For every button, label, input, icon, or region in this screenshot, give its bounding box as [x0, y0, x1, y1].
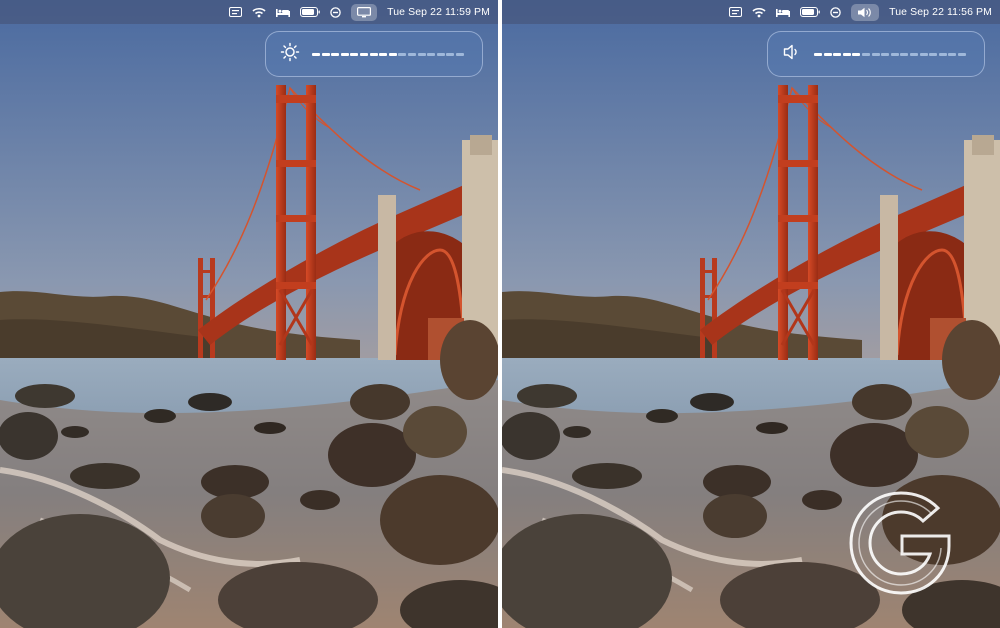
level-segment-empty — [871, 52, 880, 56]
menu-bar: Tue Sep 22 11:56 PM — [502, 0, 1000, 24]
volume-level-bar — [814, 52, 966, 56]
google-logo-watermark — [849, 491, 951, 595]
level-segment-filled — [852, 52, 861, 56]
right-screenshot: Tue Sep 22 11:56 PM — [502, 0, 1000, 628]
display-icon[interactable] — [351, 3, 378, 21]
level-segment-filled — [369, 52, 378, 56]
level-segment-empty — [446, 52, 455, 56]
level-segment-empty — [890, 52, 899, 56]
level-segment-filled — [379, 52, 388, 56]
menu-bar: Tue Sep 22 11:59 PM — [0, 0, 498, 24]
level-segment-filled — [359, 52, 369, 56]
level-segment-empty — [398, 52, 407, 56]
level-segment-filled — [823, 52, 832, 56]
level-segment-filled — [321, 52, 330, 56]
keyboard-icon[interactable] — [729, 0, 743, 24]
level-segment-filled — [833, 52, 842, 56]
level-segment-empty — [407, 52, 417, 56]
battery-icon[interactable] — [800, 0, 820, 24]
level-segment-filled — [350, 52, 359, 56]
level-segment-filled — [331, 52, 340, 56]
level-segment-empty — [881, 52, 890, 56]
level-segment-filled — [842, 52, 851, 56]
desktop-wallpaper — [0, 0, 498, 628]
speaker-icon[interactable] — [851, 3, 880, 21]
do-not-disturb-icon[interactable] — [830, 0, 841, 24]
level-segment-empty — [957, 52, 966, 56]
menu-bar-clock[interactable]: Tue Sep 22 11:56 PM — [889, 0, 992, 24]
brightness-level-bar — [312, 52, 464, 56]
level-segment-filled — [312, 52, 321, 56]
level-segment-filled — [340, 52, 349, 56]
level-segment-empty — [938, 52, 947, 56]
level-segment-empty — [436, 52, 445, 56]
do-not-disturb-icon[interactable] — [330, 0, 341, 24]
left-screenshot: Tue Sep 22 11:59 PM — [0, 0, 498, 628]
menu-bar-clock[interactable]: Tue Sep 22 11:59 PM — [387, 0, 490, 24]
level-segment-empty — [427, 52, 436, 56]
level-segment-empty — [919, 52, 928, 56]
level-segment-filled — [814, 52, 823, 56]
level-segment-empty — [948, 52, 957, 56]
battery-icon[interactable] — [300, 0, 320, 24]
wifi-icon[interactable] — [252, 0, 266, 24]
wifi-icon[interactable] — [752, 0, 766, 24]
brightness-hud — [265, 31, 483, 77]
speaker-volume-icon — [782, 42, 802, 67]
level-segment-filled — [388, 52, 397, 56]
level-segment-empty — [929, 52, 938, 56]
level-segment-empty — [861, 52, 871, 56]
level-segment-empty — [455, 52, 464, 56]
keyboard-icon[interactable] — [229, 0, 243, 24]
brightness-sun-icon — [280, 42, 300, 67]
bed-icon[interactable] — [276, 0, 291, 24]
level-segment-empty — [900, 52, 909, 56]
volume-hud — [767, 31, 985, 77]
level-segment-empty — [417, 52, 426, 56]
level-segment-empty — [909, 52, 919, 56]
bed-icon[interactable] — [776, 0, 791, 24]
